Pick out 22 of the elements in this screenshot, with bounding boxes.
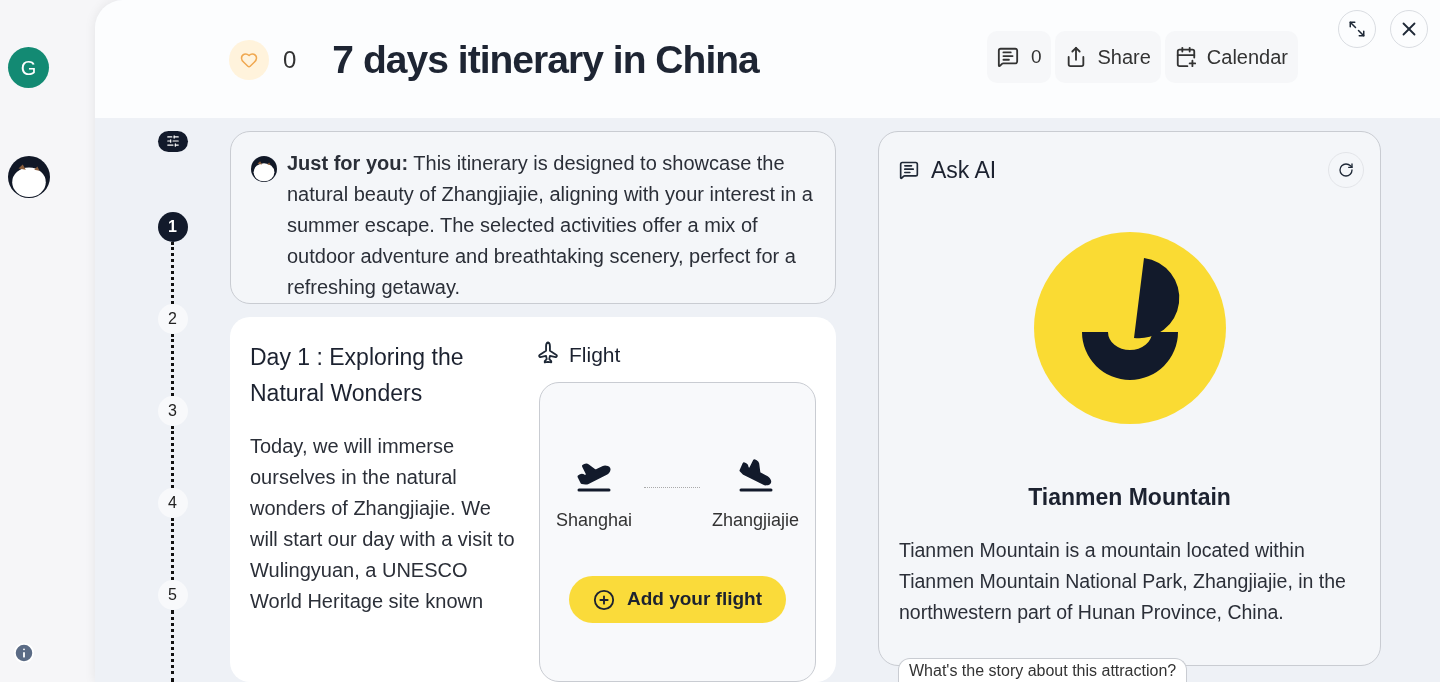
intro-text: Just for you: This itinerary is designed to showcase the natural beauty of Zhangjiajie, aligning with your interest in a summer escape. The selected activities offer a mix of outdoor adventure and breathtaking scenery, perfect for a refreshing getaway. [287,151,814,300]
suggestion-chip[interactable]: What's the story about this attraction? [898,658,1188,682]
day-step[interactable]: 4 [157,487,188,518]
ask-ai-title: Ask AI [931,155,997,185]
share-button[interactable]: Share [1055,31,1161,83]
flight-heading: Flight [569,341,621,368]
day-step[interactable]: 5 [157,579,188,610]
day-description: Today, we will immerse ourselves in the natural wonders of Zhangjiajie. We will start our day with a visit to Wulingyuan, a UNESCO World Heritage site known [250,433,515,614]
day-title: Day 1 : Exploring the Natural Wonders [250,342,465,408]
day-step[interactable]: 1 [157,211,188,242]
like-count: 0 [283,45,297,75]
user-avatar[interactable]: G [8,47,49,88]
itinerary-title: 7 days itinerary in China [332,36,759,83]
place-description: Tianmen Mountain is a mountain located within Tianmen Mountain National Park, Zhangjiajie, in the northwestern part of Hunan Province, China. [899,537,1347,625]
comments-button[interactable]: 0 [986,31,1052,83]
destination-city: Zhangjiajie [712,509,800,532]
day-step[interactable]: 3 [157,395,188,426]
add-flight-button[interactable]: Add your flight [568,576,787,623]
origin-city: Shanghai [555,509,632,532]
day-step[interactable]: 2 [157,303,188,334]
place-title: Tianmen Mountain [1027,483,1232,512]
calendar-button[interactable]: Calendar [1164,31,1298,83]
